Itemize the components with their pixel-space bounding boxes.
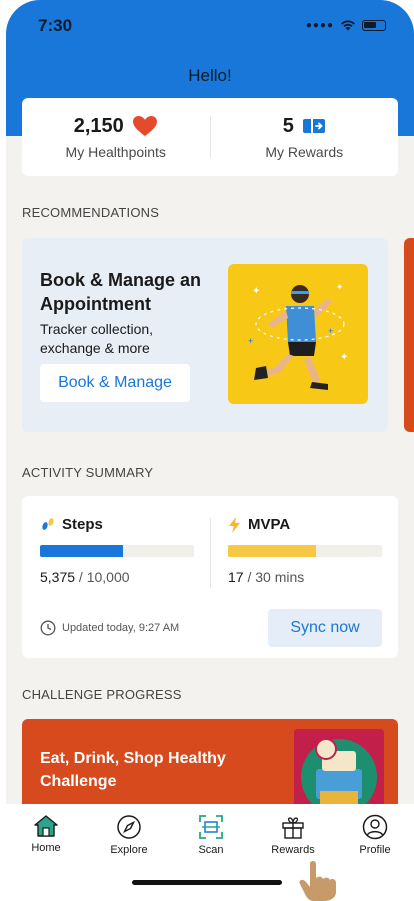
steps-progress-bar	[40, 545, 194, 557]
runner-illustration: ✦ ✦ ✦ + +	[228, 264, 368, 404]
rewards-stat[interactable]: 5 My Rewards	[211, 98, 399, 176]
challenge-heading: CHALLENGE PROGRESS	[22, 687, 182, 702]
healthpoints-value: 2,150	[73, 114, 124, 137]
sync-now-button[interactable]: Sync now	[268, 609, 382, 647]
challenge-title: Eat, Drink, Shop Healthy Challenge	[40, 750, 226, 790]
nav-home[interactable]: Home	[11, 814, 81, 854]
footsteps-icon	[42, 517, 54, 530]
compass-icon	[117, 815, 141, 839]
svg-text:+: +	[248, 336, 253, 346]
nav-profile-label: Profile	[359, 844, 391, 856]
stats-card: 2,150 My Healthpoints 5 My Rewards	[22, 98, 398, 176]
tap-hand-icon	[299, 861, 336, 901]
last-updated: Updated today, 9:27 AM	[40, 620, 179, 636]
svg-text:✦: ✦	[340, 352, 348, 363]
mvpa-progress-fill	[228, 545, 316, 557]
battery-icon	[362, 19, 386, 31]
svg-text:✦: ✦	[252, 286, 260, 297]
signal-icon: ●●●●	[305, 19, 334, 31]
nav-rewards-label: Rewards	[271, 844, 315, 856]
profile-icon	[362, 814, 388, 840]
recommendation-card[interactable]: Book & Manage an Appointment Tracker col…	[22, 238, 388, 432]
recommendation-subtitle: Tracker collection, exchange & more	[40, 321, 154, 356]
app-screen: 7:30 ●●●● Hello! 2,150 My Healthpoints 5…	[6, 0, 414, 901]
home-icon	[34, 815, 58, 837]
mvpa-progress-bar	[228, 545, 382, 557]
mvpa-value: 17	[228, 569, 244, 585]
svg-text:+: +	[328, 326, 333, 336]
greeting-title: Hello!	[188, 66, 232, 85]
rewards-label: My Rewards	[265, 143, 344, 160]
nav-scan-label: Scan	[198, 844, 224, 856]
nav-explore[interactable]: Explore	[94, 814, 164, 856]
nav-home-label: Home	[31, 842, 61, 854]
status-bar: 7:30 ●●●●	[6, 0, 414, 54]
gift-icon	[282, 817, 304, 839]
nav-rewards[interactable]: Rewards	[258, 814, 328, 856]
mvpa-label: MVPA	[248, 516, 291, 533]
lightning-icon	[229, 516, 240, 533]
healthpoints-label: My Healthpoints	[65, 143, 166, 160]
recommendations-heading: RECOMMENDATIONS	[22, 205, 160, 220]
steps-value: 5,375	[40, 569, 76, 585]
steps-goal: / 10,000	[75, 569, 130, 585]
nav-profile[interactable]: Profile	[340, 814, 410, 856]
steps-column[interactable]: Steps 5,375 / 10,000	[40, 516, 200, 585]
activity-heading: ACTIVITY SUMMARY	[22, 465, 154, 480]
activity-divider	[210, 518, 211, 588]
nav-explore-label: Explore	[110, 844, 148, 856]
clock-icon	[40, 620, 56, 636]
scan-icon	[199, 815, 223, 839]
home-indicator[interactable]	[132, 880, 282, 885]
nav-scan[interactable]: Scan	[176, 814, 246, 856]
recommendation-title: Book & Manage an Appointment	[40, 270, 202, 314]
book-manage-button[interactable]: Book & Manage	[40, 364, 190, 402]
steps-progress-fill	[40, 545, 124, 557]
mvpa-column[interactable]: MVPA 17 / 30 mins	[228, 516, 388, 585]
activity-summary-card: Steps 5,375 / 10,000 MVPA 17 / 30 mins U…	[22, 496, 398, 658]
rewards-value: 5	[282, 114, 294, 137]
healthpoints-stat[interactable]: 2,150 My Healthpoints	[22, 98, 210, 176]
status-time: 7:30	[38, 16, 73, 35]
status-icons: ●●●●	[306, 19, 386, 31]
bottom-navigation: Home Explore Scan Rewards Profile	[6, 804, 414, 901]
last-updated-text: Updated today, 9:27 AM	[62, 622, 180, 634]
mvpa-goal: / 30 mins	[243, 569, 305, 585]
voucher-icon	[302, 119, 325, 133]
next-recommendation-card[interactable]	[404, 238, 414, 432]
svg-text:✦: ✦	[336, 282, 344, 292]
heart-icon	[132, 116, 157, 136]
steps-label: Steps	[62, 516, 103, 533]
wifi-icon	[341, 20, 355, 31]
